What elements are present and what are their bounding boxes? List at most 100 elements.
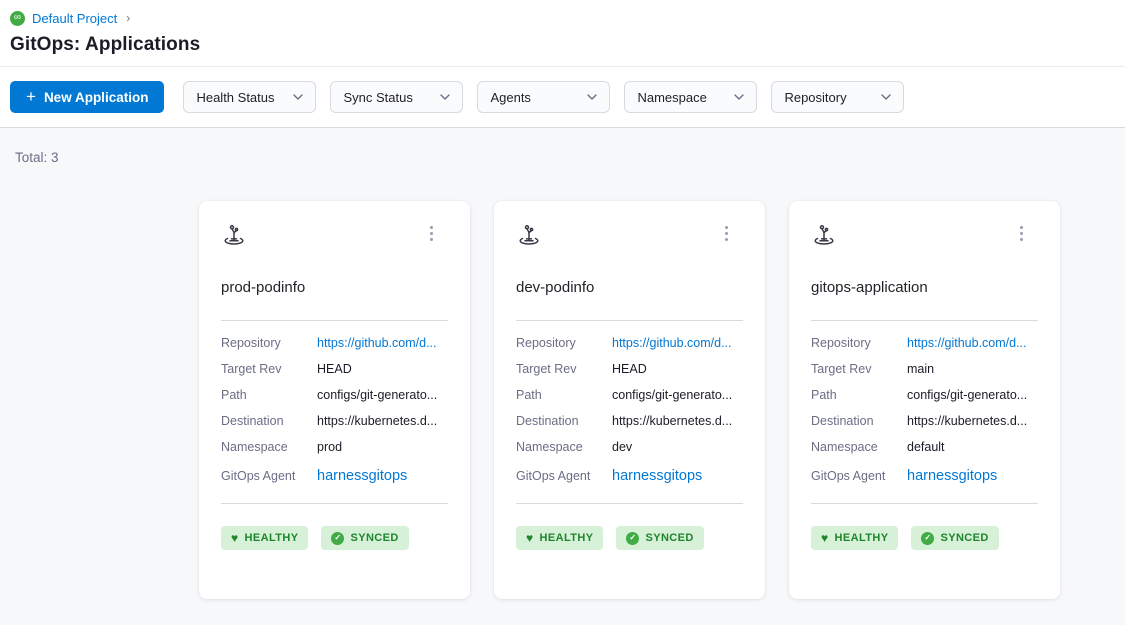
divider <box>221 320 448 321</box>
new-application-button[interactable]: + New Application <box>10 81 164 113</box>
page-header: ∞ Default Project › GitOps: Applications <box>0 0 1125 67</box>
field-label: Repository <box>811 336 907 350</box>
check-circle-icon: ✓ <box>331 532 344 545</box>
application-card-gitops-application[interactable]: gitops-application Repository https://gi… <box>789 201 1060 599</box>
total-count: Total: 3 <box>15 150 1125 165</box>
filter-agents[interactable]: Agents <box>477 81 610 113</box>
sync-status-label: SYNCED <box>350 532 398 544</box>
check-circle-icon: ✓ <box>921 532 934 545</box>
sync-status-badge: ✓ SYNCED <box>616 526 703 550</box>
repository-link[interactable]: https://github.com/d... <box>612 336 732 350</box>
application-card-dev-podinfo[interactable]: dev-podinfo Repository https://github.co… <box>494 201 765 599</box>
filter-namespace[interactable]: Namespace <box>624 81 757 113</box>
field-namespace: Namespace dev <box>516 434 743 460</box>
field-path: Path configs/git-generato... <box>221 382 448 408</box>
field-label: Destination <box>221 414 317 428</box>
field-label: GitOps Agent <box>811 469 907 483</box>
field-label: Target Rev <box>811 362 907 376</box>
namespace-value: prod <box>317 440 342 454</box>
filter-label: Namespace <box>637 90 706 105</box>
chevron-down-icon <box>293 94 303 100</box>
status-badges: ♥ HEALTHY ✓ SYNCED <box>811 526 1038 550</box>
field-destination: Destination https://kubernetes.d... <box>811 408 1038 434</box>
field-repository: Repository https://github.com/d... <box>811 330 1038 356</box>
page-title: GitOps: Applications <box>10 34 1125 56</box>
project-icon: ∞ <box>10 11 25 26</box>
destination-value: https://kubernetes.d... <box>612 414 732 428</box>
filter-label: Repository <box>784 90 846 105</box>
heart-icon: ♥ <box>231 532 239 544</box>
health-status-badge: ♥ HEALTHY <box>811 526 898 550</box>
divider <box>516 320 743 321</box>
destination-value: https://kubernetes.d... <box>317 414 437 428</box>
content-area: Total: 3 prod-podinfo Reposi <box>0 128 1125 625</box>
field-label: GitOps Agent <box>221 469 317 483</box>
application-name[interactable]: prod-podinfo <box>221 279 448 296</box>
target-rev-value: HEAD <box>317 362 352 376</box>
field-repository: Repository https://github.com/d... <box>221 330 448 356</box>
field-path: Path configs/git-generato... <box>516 382 743 408</box>
repository-link[interactable]: https://github.com/d... <box>317 336 437 350</box>
path-value: configs/git-generato... <box>612 388 732 402</box>
filter-bar: Health Status Sync Status Agents Namespa… <box>183 81 904 113</box>
filter-repository[interactable]: Repository <box>771 81 904 113</box>
filter-label: Agents <box>490 90 530 105</box>
chevron-down-icon <box>587 94 597 100</box>
field-target-rev: Target Rev HEAD <box>516 356 743 382</box>
breadcrumb-project-link[interactable]: Default Project <box>32 11 117 26</box>
destination-value: https://kubernetes.d... <box>907 414 1027 428</box>
field-label: Target Rev <box>516 362 612 376</box>
field-namespace: Namespace default <box>811 434 1038 460</box>
application-name[interactable]: gitops-application <box>811 279 1038 296</box>
gitops-agent-link[interactable]: harnessgitops <box>317 468 407 484</box>
status-badges: ♥ HEALTHY ✓ SYNCED <box>516 526 743 550</box>
filter-label: Health Status <box>196 90 274 105</box>
plus-icon: + <box>26 88 36 105</box>
card-menu-button[interactable] <box>1014 223 1029 244</box>
filter-health-status[interactable]: Health Status <box>183 81 316 113</box>
health-status-label: HEALTHY <box>835 532 889 544</box>
chevron-down-icon <box>881 94 891 100</box>
chevron-down-icon <box>440 94 450 100</box>
repository-link[interactable]: https://github.com/d... <box>907 336 1027 350</box>
health-status-label: HEALTHY <box>540 532 594 544</box>
card-header <box>221 223 448 249</box>
check-circle-icon: ✓ <box>626 532 639 545</box>
card-menu-button[interactable] <box>719 223 734 244</box>
status-badges: ♥ HEALTHY ✓ SYNCED <box>221 526 448 550</box>
field-label: Namespace <box>221 440 317 454</box>
field-target-rev: Target Rev main <box>811 356 1038 382</box>
gitops-agent-link[interactable]: harnessgitops <box>907 468 997 484</box>
field-gitops-agent: GitOps Agent harnessgitops <box>811 462 1038 490</box>
target-rev-value: main <box>907 362 934 376</box>
application-name[interactable]: dev-podinfo <box>516 279 743 296</box>
application-fields: Repository https://github.com/d... Targe… <box>516 330 743 490</box>
toolbar: + New Application Health Status Sync Sta… <box>0 67 1125 128</box>
field-label: Destination <box>811 414 907 428</box>
gitops-agent-link[interactable]: harnessgitops <box>612 468 702 484</box>
field-label: Target Rev <box>221 362 317 376</box>
sync-status-label: SYNCED <box>645 532 693 544</box>
sync-status-badge: ✓ SYNCED <box>321 526 408 550</box>
application-card-prod-podinfo[interactable]: prod-podinfo Repository https://github.c… <box>199 201 470 599</box>
field-target-rev: Target Rev HEAD <box>221 356 448 382</box>
card-header <box>516 223 743 249</box>
chevron-right-icon: › <box>126 11 130 25</box>
field-label: Namespace <box>516 440 612 454</box>
field-destination: Destination https://kubernetes.d... <box>221 408 448 434</box>
field-namespace: Namespace prod <box>221 434 448 460</box>
filter-label: Sync Status <box>343 90 412 105</box>
health-status-label: HEALTHY <box>245 532 299 544</box>
card-header <box>811 223 1038 249</box>
gitops-app-icon <box>221 223 247 249</box>
application-cards: prod-podinfo Repository https://github.c… <box>199 201 1125 599</box>
path-value: configs/git-generato... <box>907 388 1027 402</box>
gitops-app-icon <box>516 223 542 249</box>
filter-sync-status[interactable]: Sync Status <box>330 81 463 113</box>
namespace-value: dev <box>612 440 632 454</box>
field-destination: Destination https://kubernetes.d... <box>516 408 743 434</box>
field-label: Namespace <box>811 440 907 454</box>
gitops-app-icon <box>811 223 837 249</box>
target-rev-value: HEAD <box>612 362 647 376</box>
card-menu-button[interactable] <box>424 223 439 244</box>
